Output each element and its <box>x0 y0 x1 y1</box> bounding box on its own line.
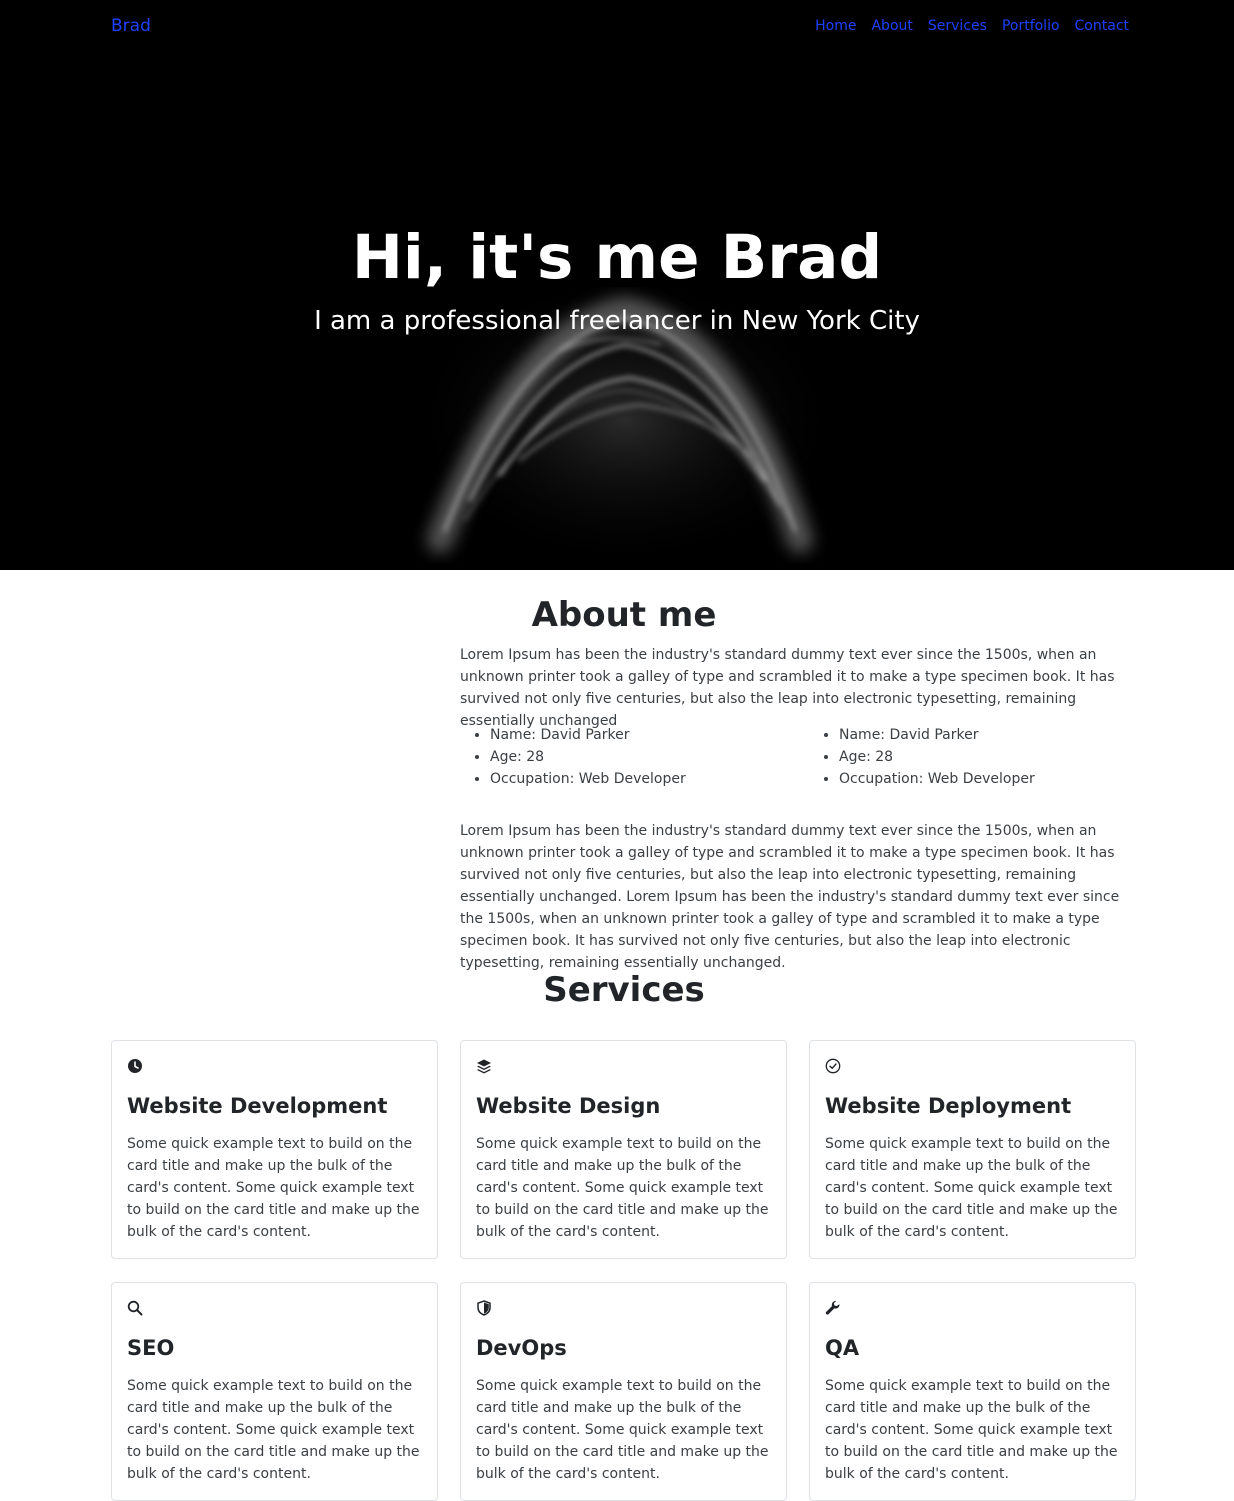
card-title: SEO <box>127 1336 175 1360</box>
card-text: Some quick example text to build on the … <box>476 1378 769 1482</box>
about-title: About me <box>531 595 717 635</box>
nav-link-home[interactable]: Home <box>815 18 856 34</box>
card-text: Some quick example text to build on the … <box>476 1136 769 1240</box>
service-card-qa: QA Some quick example text to build on t… <box>809 1282 1136 1501</box>
service-card-website-design: Website Design Some quick example text t… <box>460 1040 787 1259</box>
card-title: QA <box>825 1336 860 1360</box>
shield-icon <box>477 1300 491 1316</box>
service-card-devops: DevOps Some quick example text to build … <box>460 1282 787 1501</box>
card-title: Website Development <box>127 1094 388 1118</box>
about-details: Name: David Parker Age: 28 Occupation: W… <box>460 724 1160 790</box>
clock-icon <box>128 1059 142 1073</box>
card-text: Some quick example text to build on the … <box>127 1136 420 1240</box>
card-text: Some quick example text to build on the … <box>825 1378 1118 1482</box>
nav-link-portfolio[interactable]: Portfolio <box>1002 18 1060 34</box>
list-item: Occupation: Web Developer <box>839 768 1158 790</box>
hero-subtitle: I am a professional freelancer in New Yo… <box>314 306 920 336</box>
list-item: Name: David Parker <box>490 724 809 746</box>
about-list-left: Name: David Parker Age: 28 Occupation: W… <box>460 724 809 790</box>
list-item: Age: 28 <box>839 746 1158 768</box>
card-text: Some quick example text to build on the … <box>825 1136 1118 1240</box>
card-title: Website Deployment <box>825 1094 1072 1118</box>
check-circle-icon <box>825 1058 841 1074</box>
wrench-icon <box>825 1300 840 1315</box>
about-list-right: Name: David Parker Age: 28 Occupation: W… <box>809 724 1158 790</box>
list-item: Age: 28 <box>490 746 809 768</box>
service-card-website-development: Website Development Some quick example t… <box>111 1040 438 1259</box>
service-card-website-deployment: Website Deployment Some quick example te… <box>809 1040 1136 1259</box>
about-paragraph-1: Lorem Ipsum has been the industry's stan… <box>460 647 1115 729</box>
card-title: DevOps <box>476 1336 567 1360</box>
layers-icon <box>477 1059 491 1074</box>
service-card-seo: SEO Some quick example text to build on … <box>111 1282 438 1501</box>
about-paragraph-2: Lorem Ipsum has been the industry's stan… <box>460 823 1120 971</box>
hero-title: Hi, it's me Brad <box>351 222 883 293</box>
list-item: Name: David Parker <box>839 724 1158 746</box>
nav-link-services[interactable]: Services <box>928 18 987 34</box>
services-title: Services <box>543 970 705 1010</box>
brand-link[interactable]: Brad <box>111 16 151 36</box>
card-text: Some quick example text to build on the … <box>127 1378 420 1482</box>
nav-link-about[interactable]: About <box>871 18 912 34</box>
hero-section: Brad Home About Services Portfolio Conta… <box>0 0 1234 570</box>
nav-links: Home About Services Portfolio Contact <box>815 18 1129 34</box>
navbar: Brad Home About Services Portfolio Conta… <box>0 0 1234 52</box>
card-title: Website Design <box>476 1094 661 1118</box>
search-icon <box>127 1300 143 1316</box>
list-item: Occupation: Web Developer <box>490 768 809 790</box>
nav-link-contact[interactable]: Contact <box>1075 18 1129 34</box>
